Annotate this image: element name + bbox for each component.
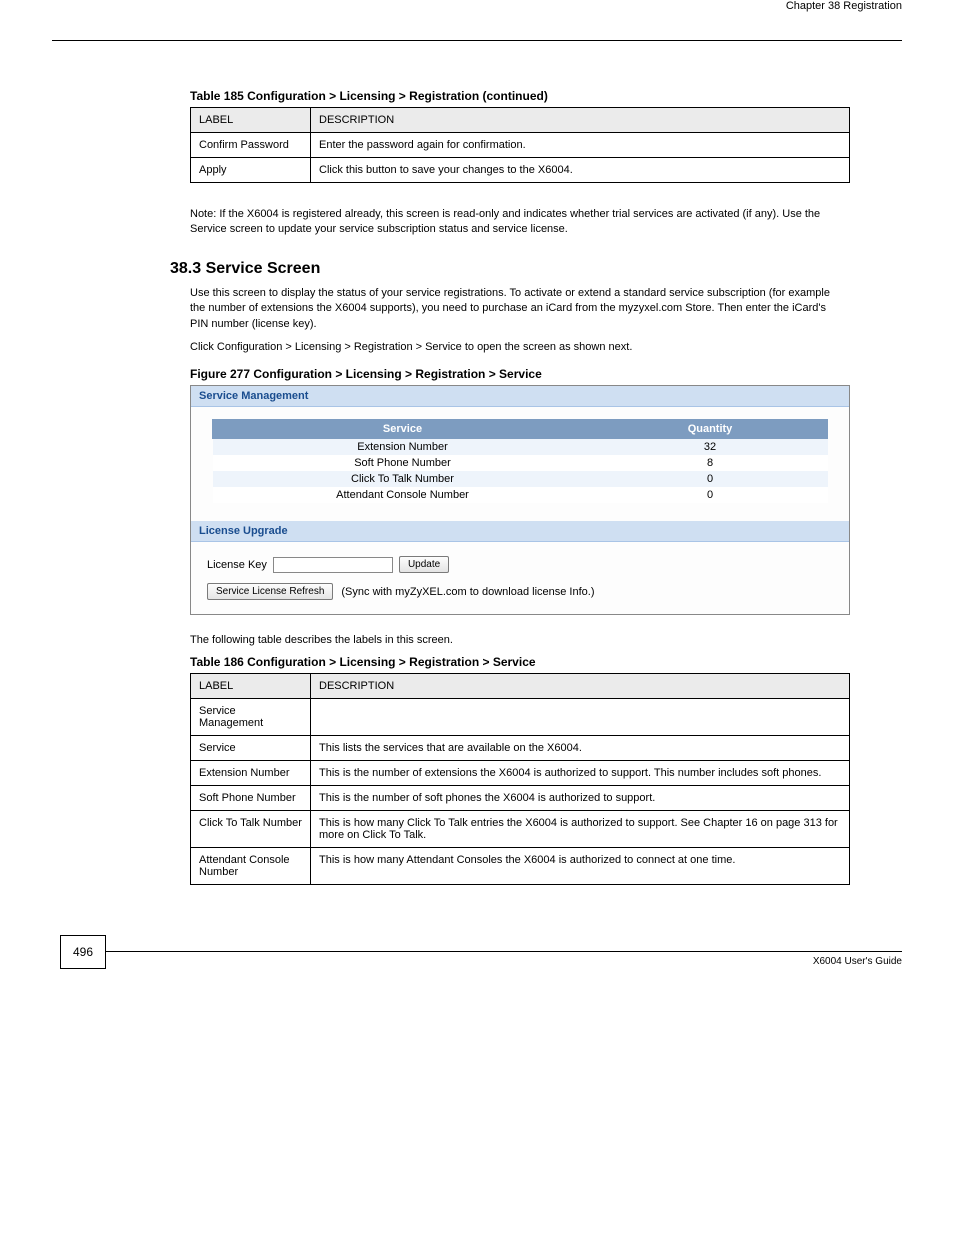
service-table: Service Quantity Extension Number 32 Sof… [212, 419, 828, 503]
panel-license-upgrade: License Upgrade [191, 521, 849, 542]
svc-qty: 0 [593, 487, 828, 503]
license-key-label: License Key [207, 559, 267, 571]
cell-label: Apply [191, 158, 311, 183]
table-row: Apply Click this button to save your cha… [191, 158, 850, 183]
svc-qty: 32 [593, 439, 828, 456]
section-text-2: Click Configuration > Licensing > Regist… [190, 340, 842, 355]
table-185-head-desc: DESCRIPTION [311, 108, 850, 133]
cell-label: Click To Talk Number [191, 810, 311, 847]
cell-label: Confirm Password [191, 133, 311, 158]
cell-label: Attendant Console Number [191, 847, 311, 884]
chapter-header: Chapter 38 Registration [0, 0, 902, 12]
cell-desc: This is the number of soft phones the X6… [311, 785, 850, 810]
cell-label: Soft Phone Number [191, 785, 311, 810]
cell-desc: This lists the services that are availab… [311, 735, 850, 760]
svc-head-quantity: Quantity [593, 420, 828, 439]
svc-name: Attendant Console Number [213, 487, 593, 503]
table-186-intro: The following table describes the labels… [190, 633, 842, 648]
cell-desc [311, 698, 850, 735]
table-186-head-label: LABEL [191, 673, 311, 698]
table-row: Confirm Password Enter the password agai… [191, 133, 850, 158]
svc-row: Attendant Console Number 0 [213, 487, 828, 503]
cell-desc: Click this button to save your changes t… [311, 158, 850, 183]
footer-guide: X6004 User's Guide [813, 956, 902, 967]
svc-name: Extension Number [213, 439, 593, 456]
service-license-refresh-button[interactable]: Service License Refresh [207, 583, 333, 600]
svc-name: Click To Talk Number [213, 471, 593, 487]
table-186: LABEL DESCRIPTION Service Management Ser… [190, 673, 850, 885]
svc-head-service: Service [213, 420, 593, 439]
svc-name: Soft Phone Number [213, 455, 593, 471]
table-185-head-label: LABEL [191, 108, 311, 133]
table-row: Attendant Console Number This is how man… [191, 847, 850, 884]
refresh-note: (Sync with myZyXEL.com to download licen… [341, 586, 594, 598]
table-186-caption: Table 186 Configuration > Licensing > Re… [190, 655, 842, 669]
update-button[interactable]: Update [399, 556, 449, 573]
section-text-1: Use this screen to display the status of… [190, 286, 842, 332]
table-row: Service Management [191, 698, 850, 735]
panel-service-management: Service Management [191, 386, 849, 407]
section-heading: 38.3 Service Screen [170, 260, 842, 278]
table-186-head-desc: DESCRIPTION [311, 673, 850, 698]
table-row: Extension Number This is the number of e… [191, 760, 850, 785]
table-row: Click To Talk Number This is how many Cl… [191, 810, 850, 847]
service-screenshot: Service Management Service Quantity Exte… [190, 385, 850, 615]
table-185-caption: Table 185 Configuration > Licensing > Re… [190, 89, 842, 103]
cell-label: Service Management [191, 698, 311, 735]
table-row: Soft Phone Number This is the number of … [191, 785, 850, 810]
table-185: LABEL DESCRIPTION Confirm Password Enter… [190, 107, 850, 183]
cell-desc: Enter the password again for confirmatio… [311, 133, 850, 158]
page-footer: 496 X6004 User's Guide [60, 935, 954, 969]
cell-label: Extension Number [191, 760, 311, 785]
license-key-input[interactable] [273, 557, 393, 573]
figure-caption: Figure 277 Configuration > Licensing > R… [190, 367, 842, 381]
svc-row: Soft Phone Number 8 [213, 455, 828, 471]
cell-desc: This is the number of extensions the X60… [311, 760, 850, 785]
cell-desc: This is how many Attendant Consoles the … [311, 847, 850, 884]
svc-qty: 8 [593, 455, 828, 471]
note-paragraph: Note: If the X6004 is registered already… [190, 207, 842, 238]
page-number: 496 [60, 935, 106, 969]
svc-row: Extension Number 32 [213, 439, 828, 456]
cell-desc: This is how many Click To Talk entries t… [311, 810, 850, 847]
svc-qty: 0 [593, 471, 828, 487]
cell-label: Service [191, 735, 311, 760]
svc-row: Click To Talk Number 0 [213, 471, 828, 487]
table-row: Service This lists the services that are… [191, 735, 850, 760]
